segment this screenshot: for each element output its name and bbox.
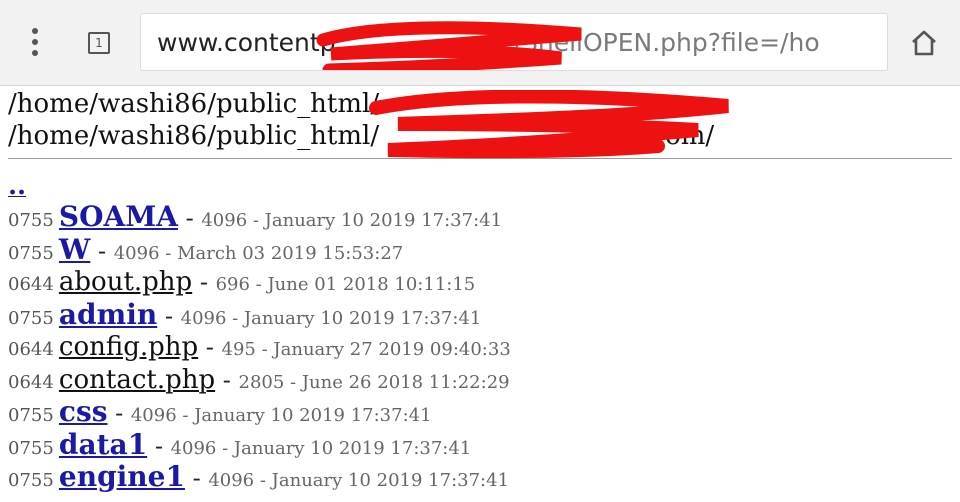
file-meta: 4096 - January 10 2019 17:37:41 (130, 405, 432, 426)
menu-dot (32, 50, 38, 56)
file-link[interactable]: config.php (59, 332, 198, 362)
permission-label: 0755 (8, 437, 54, 459)
file-meta: 696 - June 01 2018 10:11:15 (215, 274, 476, 295)
file-list-row: 0755 SOAMA - 4096 - January 10 2019 17:3… (8, 200, 952, 234)
file-list-row: 0755 css - 4096 - January 10 2019 17:37:… (8, 395, 952, 429)
separator: - (192, 268, 216, 296)
file-meta: 2805 - June 26 2018 11:22:29 (238, 371, 510, 393)
browser-toolbar: 1 www.contentp/ShellOPEN.php?file=/ho (0, 0, 960, 86)
tabs-count: 1 (88, 32, 110, 54)
separator: - (184, 464, 209, 492)
file-list-row: 0755 W - 4096 - March 03 2019 15:53:27 (8, 233, 952, 267)
menu-dot (32, 39, 38, 45)
permission-label: 0755 (8, 405, 54, 426)
url-path: /ShellOPEN.php?file=/ho (513, 28, 820, 57)
permission-label: 0755 (8, 242, 54, 264)
file-meta: 4096 - January 10 2019 17:37:41 (208, 470, 510, 491)
file-link[interactable]: contact.php (59, 365, 215, 395)
file-meta: 4096 - January 10 2019 17:37:41 (180, 307, 482, 329)
file-list-row: 0755 admin - 4096 - January 10 2019 17:3… (8, 298, 952, 332)
permission-label: 0644 (8, 371, 54, 393)
url-text: www.contentp/ShellOPEN.php?file=/ho (157, 28, 820, 57)
permission-label: 0755 (8, 210, 54, 231)
separator: - (157, 301, 181, 330)
path-text-2: /home/washi86/public_html/ (8, 121, 380, 151)
path-text-1: /home/washi86/public_html/ (8, 89, 380, 119)
url-host: www.contentp (157, 28, 336, 57)
parent-directory-link[interactable]: .. (8, 173, 26, 197)
permission-label: 0755 (8, 307, 54, 329)
menu-dot (32, 28, 38, 34)
tab-switcher-icon[interactable]: 1 (82, 26, 116, 60)
directory-link[interactable]: css (59, 395, 108, 428)
file-list-row: 0755 engine1 - 4096 - January 10 2019 17… (8, 460, 952, 494)
permission-label: 0755 (8, 470, 54, 491)
separator: - (90, 236, 114, 265)
home-icon[interactable] (905, 24, 943, 62)
path-suffix-2: om/ (665, 121, 715, 151)
file-list: 0755 SOAMA - 4096 - January 10 2019 17:3… (8, 200, 952, 494)
directory-link[interactable]: W (59, 233, 90, 266)
permission-label: 0644 (8, 274, 54, 295)
current-path-line-2: /home/washi86/public_html/om/ (8, 120, 952, 152)
separator: - (215, 365, 239, 394)
separator: - (177, 204, 202, 232)
file-link[interactable]: about.php (59, 267, 192, 297)
directory-link[interactable]: SOAMA (59, 200, 178, 233)
directory-link[interactable]: engine1 (59, 460, 185, 493)
permission-label: 0644 (8, 339, 54, 360)
file-meta: 495 - January 27 2019 09:40:33 (221, 339, 511, 360)
file-meta: 4096 - January 10 2019 17:37:41 (170, 437, 472, 459)
file-meta: 4096 - March 03 2019 15:53:27 (113, 242, 404, 264)
more-vert-icon[interactable] (18, 24, 52, 60)
current-path-line-1: /home/washi86/public_html/ (8, 88, 952, 120)
file-list-row: 0755 data1 - 4096 - January 10 2019 17:3… (8, 428, 952, 462)
directory-link[interactable]: data1 (59, 428, 147, 461)
divider (8, 158, 952, 159)
separator: - (147, 431, 171, 460)
file-list-row: 0644 contact.php - 2805 - June 26 2018 1… (8, 364, 952, 397)
directory-link[interactable]: admin (59, 298, 157, 331)
separator: - (198, 333, 222, 361)
file-list-row: 0644 about.php - 696 - June 01 2018 10:1… (8, 266, 952, 299)
file-list-row: 0644 config.php - 495 - January 27 2019 … (8, 331, 952, 364)
address-bar[interactable]: www.contentp/ShellOPEN.php?file=/ho (140, 13, 888, 71)
file-manager-content: /home/washi86/public_html/ /home/washi86… (8, 88, 952, 494)
file-meta: 4096 - January 10 2019 17:37:41 (201, 210, 503, 231)
separator: - (107, 399, 131, 427)
